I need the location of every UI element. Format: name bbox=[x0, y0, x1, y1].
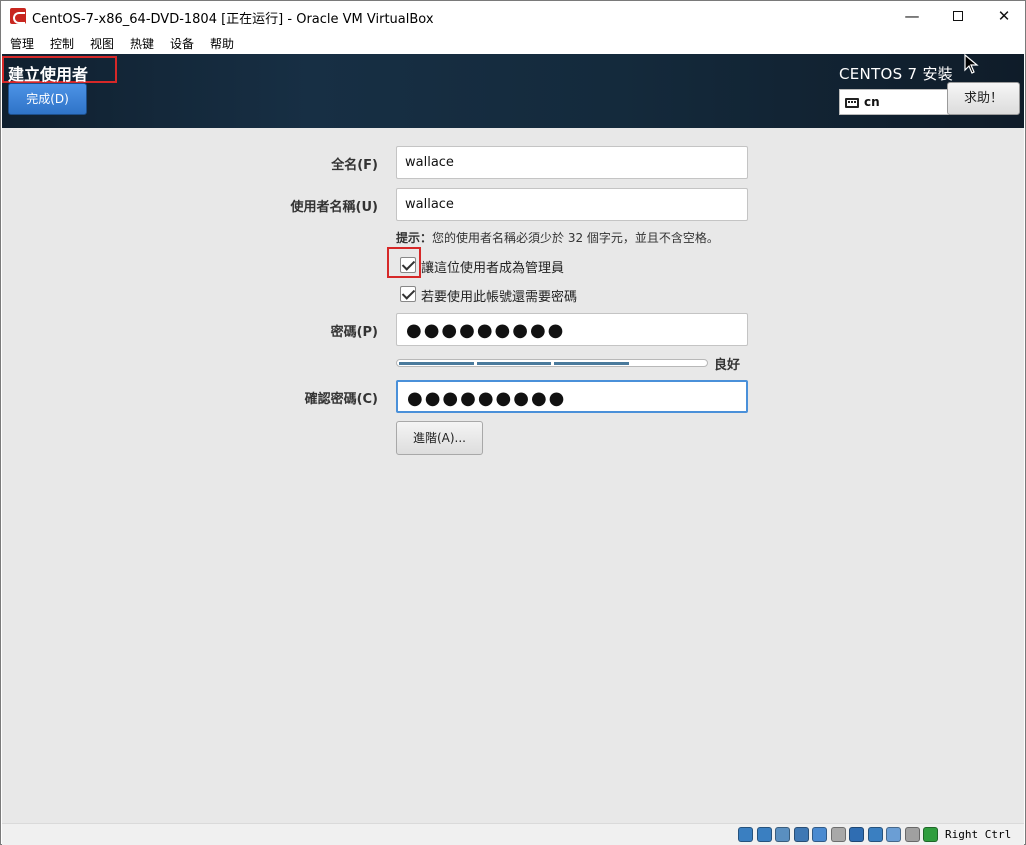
username-input[interactable]: wallace bbox=[396, 188, 748, 221]
fullname-input[interactable]: wallace bbox=[396, 146, 748, 179]
menu-control[interactable]: 控制 bbox=[50, 35, 74, 52]
menu-bar: 管理 控制 视图 热键 设备 帮助 bbox=[1, 32, 1025, 54]
install-title: CENTOS 7 安裝 bbox=[839, 65, 954, 83]
require-password-label[interactable]: 若要使用此帳號還需要密碼 bbox=[421, 286, 577, 305]
keyboard-icon bbox=[845, 98, 859, 108]
window-title: CentOS-7-x86_64-DVD-1804 [正在运行] - Oracle… bbox=[32, 12, 434, 27]
title-bar[interactable]: CentOS-7-x86_64-DVD-1804 [正在运行] - Oracle… bbox=[1, 1, 1025, 32]
cpu-icon[interactable] bbox=[886, 827, 901, 842]
admin-checkbox-label[interactable]: 讓這位使用者成為管理員 bbox=[421, 257, 564, 276]
maximize-icon bbox=[953, 11, 963, 21]
help-button[interactable]: 求助！ bbox=[947, 82, 1020, 115]
status-bar: Right Ctrl bbox=[2, 823, 1024, 845]
menu-manage[interactable]: 管理 bbox=[10, 35, 34, 52]
password-input[interactable]: ●●●●●●●●● bbox=[396, 313, 748, 346]
virtualbox-window: CentOS-7-x86_64-DVD-1804 [正在运行] - Oracle… bbox=[0, 0, 1026, 845]
minimize-icon: — bbox=[904, 7, 920, 25]
maximize-button[interactable] bbox=[935, 1, 981, 32]
vm-display[interactable]: 建立使用者 完成(D) CENTOS 7 安裝 cn 求助！ 全名(F) wal… bbox=[2, 54, 1024, 823]
require-password-checkbox[interactable] bbox=[400, 286, 416, 302]
username-value: wallace bbox=[405, 197, 454, 212]
network-icon[interactable] bbox=[793, 827, 809, 842]
strength-segment bbox=[476, 362, 552, 365]
host-key-label: Right Ctrl bbox=[945, 828, 1012, 841]
keyboard-capture-icon[interactable] bbox=[923, 827, 938, 842]
shared-folders-icon[interactable] bbox=[830, 827, 846, 842]
confirm-password-value: ●●●●●●●●● bbox=[407, 388, 567, 409]
strength-segment bbox=[399, 362, 474, 365]
password-strength-bar bbox=[396, 359, 708, 367]
virtualbox-app-icon bbox=[10, 8, 26, 24]
hard-disk-icon[interactable] bbox=[738, 827, 753, 842]
page-title: 建立使用者 bbox=[8, 65, 89, 84]
video-capture-icon[interactable] bbox=[867, 827, 883, 842]
close-button[interactable]: ✕ bbox=[981, 1, 1026, 32]
mouse-cursor-icon bbox=[964, 54, 979, 74]
usb-icon[interactable] bbox=[812, 827, 827, 842]
password-value: ●●●●●●●●● bbox=[406, 320, 566, 341]
advanced-button[interactable]: 進階(A)... bbox=[396, 421, 483, 455]
close-icon: ✕ bbox=[997, 7, 1011, 25]
strength-segment bbox=[554, 362, 629, 365]
password-label: 密碼(P) bbox=[330, 325, 378, 340]
fullname-value: wallace bbox=[405, 155, 454, 170]
hint-prefix: 提示： bbox=[396, 231, 433, 245]
username-hint: 提示：您的使用者名稱必須少於 32 個字元，並且不含空格。 bbox=[396, 229, 719, 246]
keyboard-layout-label: cn bbox=[864, 95, 880, 109]
hint-body: 您的使用者名稱必須少於 32 個字元，並且不含空格。 bbox=[432, 231, 719, 245]
done-button[interactable]: 完成(D) bbox=[8, 83, 87, 115]
display-icon[interactable] bbox=[849, 827, 864, 842]
optical-drive-icon[interactable] bbox=[756, 827, 772, 842]
confirm-password-label: 確認密碼(C) bbox=[304, 392, 378, 407]
menu-view[interactable]: 视图 bbox=[90, 35, 114, 52]
menu-hotkeys[interactable]: 热键 bbox=[130, 35, 154, 52]
menu-devices[interactable]: 设备 bbox=[170, 35, 194, 52]
admin-highlight-box bbox=[387, 247, 421, 278]
confirm-password-input[interactable]: ●●●●●●●●● bbox=[396, 380, 748, 413]
password-strength-label: 良好 bbox=[714, 358, 741, 373]
installer-header: 建立使用者 完成(D) CENTOS 7 安裝 cn 求助！ bbox=[2, 54, 1024, 128]
mouse-integration-icon[interactable] bbox=[904, 827, 920, 842]
minimize-button[interactable]: — bbox=[889, 1, 935, 32]
keyboard-layout-indicator[interactable]: cn bbox=[839, 89, 949, 115]
fullname-label: 全名(F) bbox=[331, 158, 378, 173]
username-label: 使用者名稱(U) bbox=[290, 200, 378, 215]
menu-help[interactable]: 帮助 bbox=[210, 35, 234, 52]
audio-icon[interactable] bbox=[775, 827, 790, 842]
